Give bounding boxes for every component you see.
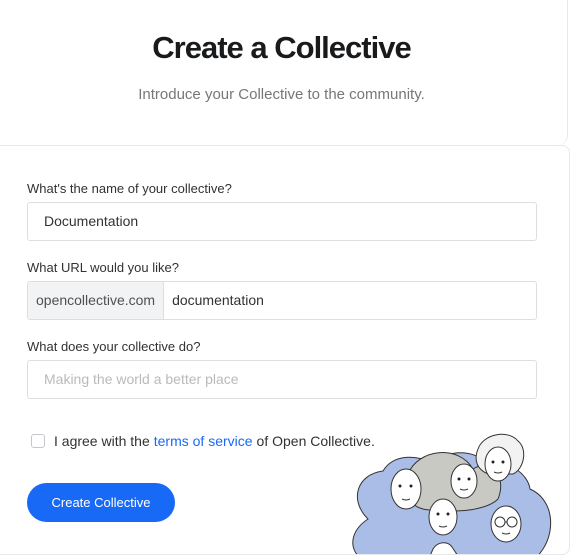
page-title: Create a Collective — [152, 30, 411, 65]
url-prefix: opencollective.com — [28, 282, 165, 319]
create-collective-page: Create a Collective Introduce your Colle… — [0, 0, 573, 558]
create-collective-form: What's the name of your collective? Docu… — [0, 145, 570, 555]
url-input[interactable]: documentation — [164, 282, 536, 319]
community-people-illustration-icon — [352, 433, 552, 554]
header-section: Create a Collective Introduce your Colle… — [0, 0, 568, 145]
create-collective-button[interactable]: Create Collective — [27, 483, 175, 522]
description-label: What does your collective do? — [27, 339, 201, 354]
name-label: What's the name of your collective? — [27, 181, 232, 196]
terms-row: I agree with the terms of service of Ope… — [31, 433, 375, 449]
url-label: What URL would you like? — [27, 260, 179, 275]
terms-checkbox[interactable] — [31, 434, 45, 448]
terms-of-service-link[interactable]: terms of service — [154, 433, 253, 449]
page-subtitle: Introduce your Collective to the communi… — [138, 86, 425, 103]
terms-text-prefix: I agree with the — [54, 433, 150, 449]
name-input[interactable]: Documentation — [27, 202, 537, 241]
description-input[interactable]: Making the world a better place — [27, 360, 537, 399]
url-field[interactable]: opencollective.com documentation — [27, 281, 537, 320]
